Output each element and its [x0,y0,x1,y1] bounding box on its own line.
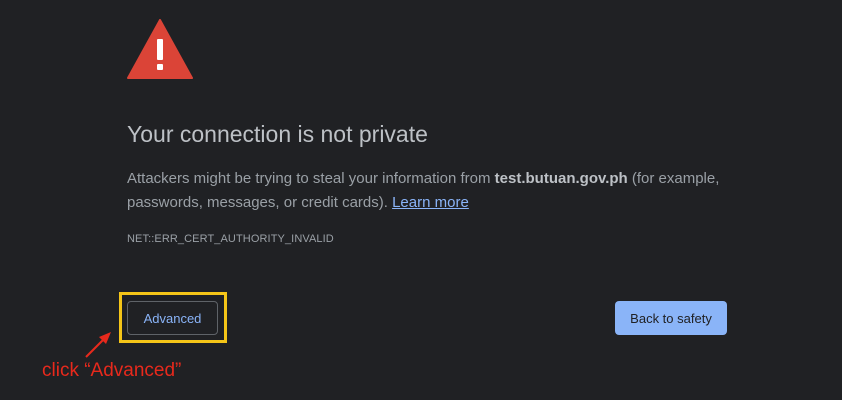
host-name: test.butuan.gov.ph [494,170,628,187]
warning-triangle-icon [127,19,193,79]
error-description: Attackers might be trying to steal your … [127,167,737,215]
description-prefix: Attackers might be trying to steal your … [127,170,495,187]
learn-more-link[interactable]: Learn more [392,194,469,211]
annotation-label: click “Advanced” [42,360,182,381]
advanced-button[interactable]: Advanced [127,301,218,335]
error-code: NET::ERR_CERT_AUTHORITY_INVALID [127,233,334,245]
page-title: Your connection is not private [127,121,428,147]
annotation-arrow-icon [85,332,111,358]
back-to-safety-button[interactable]: Back to safety [615,301,727,335]
